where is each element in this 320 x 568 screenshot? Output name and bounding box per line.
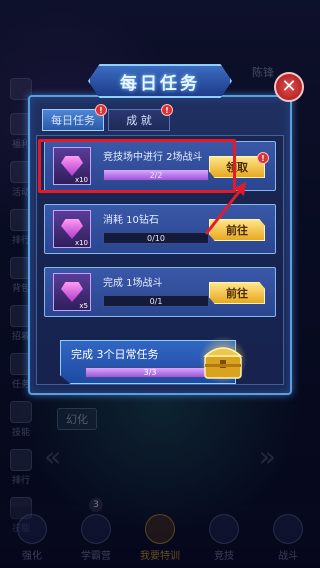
task-name: 完成 1场战斗 [103, 278, 163, 289]
notification-badge: ! [95, 104, 107, 116]
dialog-title-plate: 每日任务 [88, 64, 232, 98]
task-progress-bar: 0/10 [103, 232, 209, 244]
task-progress-text: 0/1 [149, 297, 163, 306]
tab-achievements[interactable]: 成 就 ! [108, 104, 173, 131]
task-progress-bar: 0/1 [103, 295, 209, 307]
close-button[interactable]: ✕ [274, 72, 304, 102]
go-button[interactable]: 前往 [209, 282, 265, 304]
arrow-annotation-icon [204, 182, 246, 235]
summary-progress-text: 3/3 [143, 368, 157, 377]
summary-text: 完成 3个日常任务 [71, 348, 159, 361]
task-item: x5 完成 1场战斗 0/1 前往 [44, 267, 276, 317]
task-progress-text: 0/10 [147, 234, 165, 243]
task-name: 消耗 10钻石 [103, 215, 159, 226]
tab-daily-tasks[interactable]: 每日任务 ! [42, 104, 107, 131]
notification-badge: ! [161, 104, 173, 116]
diamond-reward-icon: x10 [53, 210, 91, 248]
close-icon: ✕ [281, 76, 297, 97]
dialog-title: 每日任务 [120, 73, 200, 94]
diamond-reward-icon: x5 [53, 273, 91, 311]
treasure-chest-icon[interactable] [196, 336, 250, 384]
notification-badge: ! [257, 152, 269, 164]
tab-bar: 每日任务 ! 成 就 ! [42, 104, 173, 131]
